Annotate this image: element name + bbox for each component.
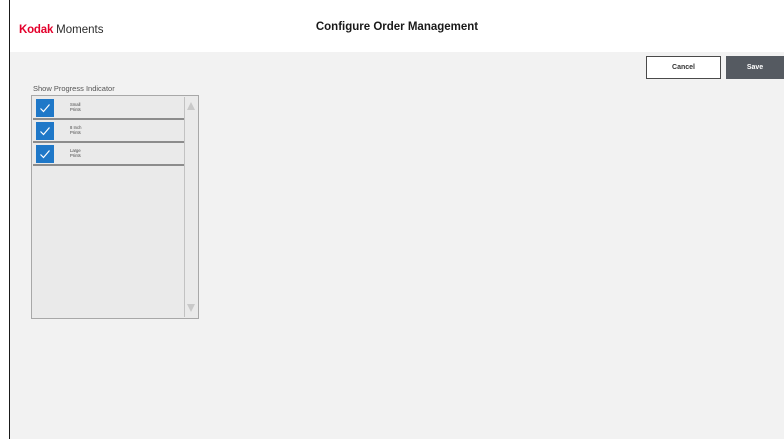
page-title: Configure Order Management	[315, 21, 479, 33]
cancel-button[interactable]: Cancel	[646, 56, 721, 79]
checkmark-icon	[40, 127, 50, 136]
checkbox-8-inch-prints[interactable]	[36, 122, 54, 140]
item-label-line2: Prints	[70, 130, 81, 135]
progress-indicator-list[interactable]: Small Prints 8 Inch Prints Large Prints	[31, 95, 199, 319]
triangle-up-icon[interactable]	[187, 102, 195, 110]
list-item-label: Large Prints	[70, 148, 110, 158]
header-bar: Kodak Moments Configure Order Management	[10, 0, 784, 52]
main-content: Cancel Save Show Progress Indicator Smal…	[10, 52, 784, 439]
triangle-down-icon[interactable]	[187, 304, 195, 312]
app-window: Kodak Moments Configure Order Management …	[0, 0, 784, 439]
save-button[interactable]: Save	[726, 56, 784, 79]
checkbox-small-prints[interactable]	[36, 99, 54, 117]
list-item-small-prints[interactable]: Small Prints	[33, 97, 184, 120]
item-label-line2: Prints	[70, 107, 81, 112]
list-scrollbar[interactable]	[184, 97, 197, 317]
progress-indicator-label: Show Progress Indicator	[33, 84, 115, 93]
list-items: Small Prints 8 Inch Prints Large Prints	[33, 97, 184, 166]
item-label-line2: Prints	[70, 153, 81, 158]
list-item-large-prints[interactable]: Large Prints	[33, 143, 184, 166]
checkmark-icon	[40, 150, 50, 159]
list-item-label: 8 Inch Prints	[70, 125, 110, 135]
checkmark-icon	[40, 104, 50, 113]
list-item-8-inch-prints[interactable]: 8 Inch Prints	[33, 120, 184, 143]
checkbox-large-prints[interactable]	[36, 145, 54, 163]
list-item-label: Small Prints	[70, 102, 110, 112]
